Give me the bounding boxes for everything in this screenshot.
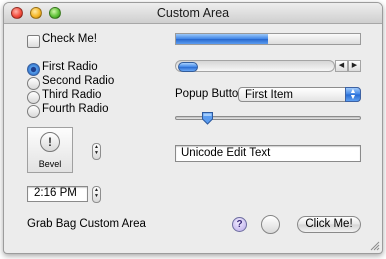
progress-fill bbox=[176, 34, 268, 44]
click-me-button[interactable]: Click Me! bbox=[297, 216, 361, 233]
slider-thumb[interactable] bbox=[201, 111, 214, 125]
time-field[interactable]: 2:16 PM bbox=[27, 186, 88, 202]
stepper-arrows[interactable]: ▲ ▼ bbox=[92, 143, 101, 160]
popup-label: Popup Button bbox=[175, 88, 245, 100]
radio-first-label[interactable]: First Radio bbox=[42, 61, 98, 73]
resize-grip-icon[interactable] bbox=[369, 240, 380, 251]
popup-arrows-icon[interactable]: ▲ ▼ bbox=[345, 87, 361, 102]
grab-bag-label: Grab Bag Custom Area bbox=[27, 218, 146, 230]
check-me-label[interactable]: Check Me! bbox=[42, 33, 97, 45]
alert-icon: ! bbox=[40, 132, 60, 152]
radio-second-label[interactable]: Second Radio bbox=[42, 75, 114, 87]
popup-selected-value: First Item bbox=[245, 89, 293, 101]
radio-fourth[interactable] bbox=[27, 105, 40, 118]
help-button[interactable]: ? bbox=[232, 217, 247, 232]
horizontal-scrollbar[interactable]: ◀ ▶ bbox=[175, 60, 361, 72]
unicode-edit-text-field[interactable]: Unicode Edit Text bbox=[175, 145, 361, 162]
radio-fourth-label[interactable]: Fourth Radio bbox=[42, 103, 108, 115]
window-title: Custom Area bbox=[156, 6, 230, 20]
scroll-left-arrow-icon[interactable]: ◀ bbox=[335, 60, 348, 72]
radio-first[interactable] bbox=[27, 63, 40, 76]
window: Custom Area Check Me! First Radio Second… bbox=[3, 2, 383, 254]
time-stepper[interactable]: ▲ ▼ bbox=[92, 186, 101, 203]
bevel-button[interactable]: ! Bevel bbox=[27, 127, 73, 173]
radio-second[interactable] bbox=[27, 77, 40, 90]
scrollbar-track[interactable] bbox=[175, 60, 335, 72]
scroll-right-arrow-icon[interactable]: ▶ bbox=[348, 60, 361, 72]
round-button[interactable] bbox=[261, 215, 280, 234]
check-me-checkbox[interactable] bbox=[27, 35, 40, 48]
bevel-label: Bevel bbox=[38, 159, 62, 169]
popup-button[interactable]: First Item ▲ ▼ bbox=[238, 87, 361, 102]
radio-third-label[interactable]: Third Radio bbox=[42, 89, 101, 101]
radio-third[interactable] bbox=[27, 91, 40, 104]
text-field-value: Unicode Edit Text bbox=[181, 147, 271, 159]
title-bar[interactable]: Custom Area bbox=[4, 3, 382, 24]
scrollbar-thumb[interactable] bbox=[178, 62, 198, 72]
progress-bar bbox=[175, 33, 361, 45]
time-field-value: 2:16 PM bbox=[34, 187, 77, 199]
